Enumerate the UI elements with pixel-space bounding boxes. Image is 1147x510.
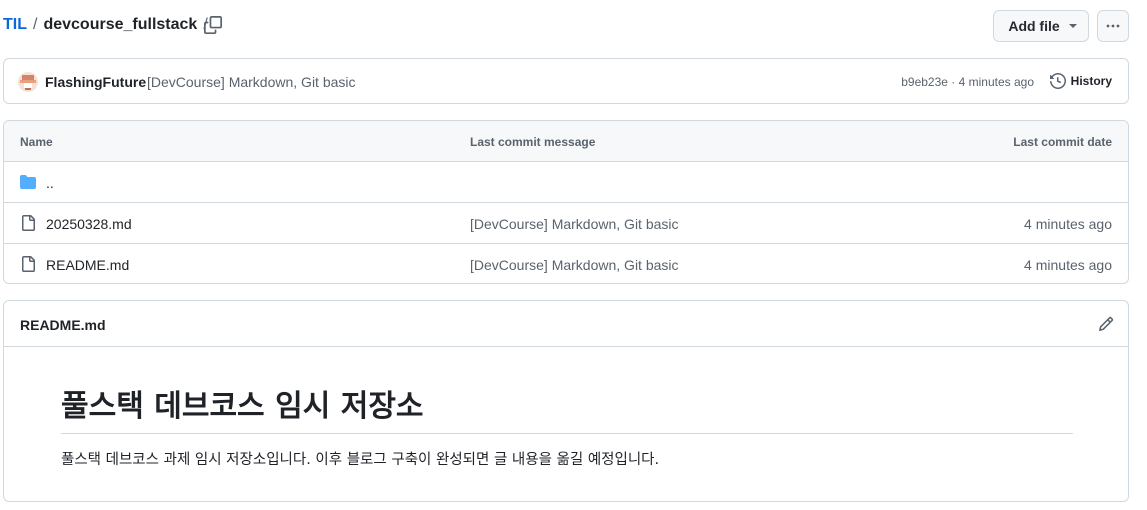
readme-heading: 풀스택 데브코스 임시 저장소 bbox=[61, 381, 1073, 434]
commit-message-link[interactable]: [DevCourse] Markdown, Git basic bbox=[147, 74, 356, 90]
pencil-icon[interactable] bbox=[1098, 316, 1114, 335]
add-file-label: Add file bbox=[1008, 18, 1060, 34]
file-commit-date: 4 minutes ago bbox=[1024, 257, 1112, 273]
commit-sha-and-time[interactable]: b9eb23e · 4 minutes ago bbox=[901, 75, 1034, 89]
readme-panel: README.md 풀스택 데브코스 임시 저장소 풀스택 데브코스 과제 임시… bbox=[3, 300, 1129, 502]
column-header-message: Last commit message bbox=[470, 135, 596, 149]
triangle-down-icon bbox=[1069, 24, 1077, 28]
breadcrumb-separator: / bbox=[33, 16, 38, 33]
folder-icon bbox=[20, 174, 36, 193]
commit-author-link[interactable]: FlashingFuture bbox=[45, 74, 146, 90]
file-table-header: Name Last commit message Last commit dat… bbox=[4, 121, 1128, 162]
table-row[interactable]: README.md [DevCourse] Markdown, Git basi… bbox=[4, 244, 1128, 283]
file-name-link[interactable]: 20250328.md bbox=[46, 216, 132, 232]
readme-title-link[interactable]: README.md bbox=[20, 317, 106, 333]
latest-commit-box: FlashingFuture [DevCourse] Markdown, Git… bbox=[3, 58, 1129, 104]
file-icon bbox=[20, 215, 36, 234]
parent-directory-link[interactable]: .. bbox=[46, 175, 54, 191]
file-commit-message-link[interactable]: [DevCourse] Markdown, Git basic bbox=[470, 257, 679, 273]
history-label: History bbox=[1070, 74, 1112, 88]
table-row[interactable]: 20250328.md [DevCourse] Markdown, Git ba… bbox=[4, 203, 1128, 244]
column-header-date: Last commit date bbox=[1013, 135, 1112, 149]
repo-header: TIL / devcourse_fullstack / Add file bbox=[0, 0, 1147, 52]
breadcrumb-repo-link[interactable]: TIL bbox=[3, 16, 27, 34]
add-file-button[interactable]: Add file bbox=[993, 10, 1089, 42]
readme-paragraph: 풀스택 데브코스 과제 임시 저장소입니다. 이후 블로그 구축이 완성되면 글… bbox=[61, 452, 660, 468]
history-icon bbox=[1049, 73, 1066, 89]
file-name-link[interactable]: README.md bbox=[46, 257, 129, 273]
breadcrumb-current-folder: devcourse_fullstack bbox=[43, 16, 198, 33]
history-link[interactable]: History bbox=[1049, 73, 1112, 89]
kebab-horizontal-icon bbox=[1106, 24, 1120, 28]
more-options-button[interactable] bbox=[1097, 10, 1129, 42]
file-icon bbox=[20, 256, 36, 275]
column-header-name: Name bbox=[20, 135, 53, 149]
file-table: Name Last commit message Last commit dat… bbox=[3, 120, 1129, 284]
parent-directory-row[interactable]: .. bbox=[4, 162, 1128, 203]
file-commit-date: 4 minutes ago bbox=[1024, 216, 1112, 232]
readme-header: README.md bbox=[4, 301, 1128, 347]
breadcrumb: TIL / devcourse_fullstack / bbox=[3, 16, 214, 34]
copy-path-icon[interactable] bbox=[204, 16, 226, 38]
file-commit-message-link[interactable]: [DevCourse] Markdown, Git basic bbox=[470, 216, 679, 232]
avatar[interactable] bbox=[18, 72, 38, 92]
